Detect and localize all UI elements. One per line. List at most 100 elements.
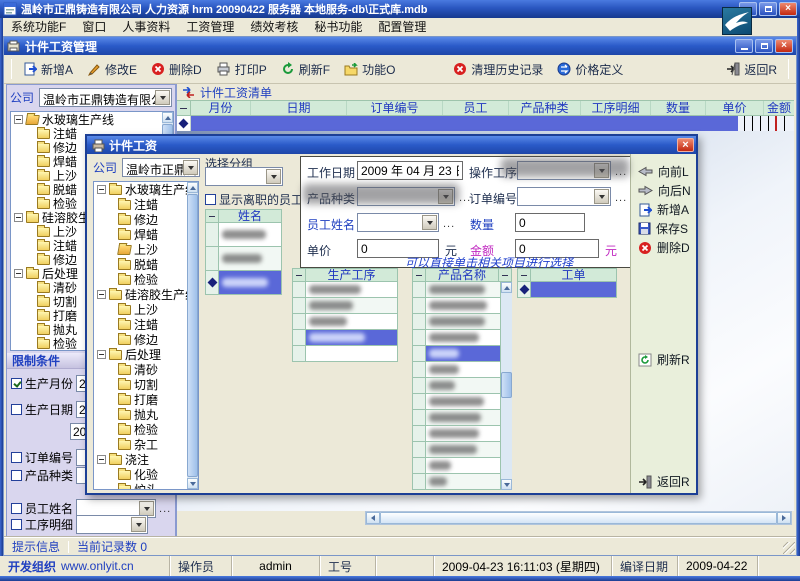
group-select[interactable] [205,167,283,186]
mdi-minimize-icon[interactable] [735,39,753,53]
process-select[interactable] [76,515,148,534]
date-checkbox[interactable] [11,404,22,415]
scroll-up-icon[interactable] [498,269,511,281]
collapse-all-button[interactable] [206,210,219,222]
back-button[interactable]: 返回R [720,59,783,80]
price-define-button[interactable]: 价格定义 [551,59,629,80]
scroll-down-icon[interactable] [501,479,512,490]
dialog-close-icon[interactable]: × [677,138,694,152]
column-header[interactable]: 金额 [764,101,794,115]
collapse-icon[interactable] [97,350,106,359]
close-icon[interactable]: × [779,2,797,16]
product-checkbox[interactable] [11,470,22,481]
table-row[interactable] [205,223,282,247]
tree-item[interactable]: 切割 [94,377,198,392]
order-more-button[interactable]: ... [615,192,627,204]
tree-item[interactable]: 抛丸 [94,407,198,422]
menu-window[interactable]: 窗口 [82,18,106,35]
tree-item[interactable]: 打磨 [94,392,198,407]
tree-item[interactable]: 杂工 [94,437,198,452]
table-row[interactable] [292,346,398,362]
column-header[interactable]: 数量 [651,101,706,115]
prev-button[interactable]: 向前L [631,162,696,181]
resize-grip[interactable] [783,542,795,554]
table-row[interactable] [412,330,501,346]
collapse-icon[interactable] [97,185,106,194]
dialog-back-button[interactable]: 返回R [631,472,696,491]
tree-item[interactable]: 检验 [94,272,198,287]
collapse-icon[interactable] [97,290,106,299]
tree-item[interactable]: 修边 [94,212,198,227]
tree-item[interactable]: 硅溶胶生产线 [94,287,198,302]
product-grid-scrollbar[interactable] [501,282,512,490]
next-button[interactable]: 向后N [631,181,696,200]
dialog-tree-scrollbar[interactable] [187,182,198,489]
chevron-down-icon[interactable] [422,215,437,230]
table-row[interactable] [412,442,501,458]
order-number-select[interactable] [517,187,611,206]
tree-item[interactable]: 炉头 [94,482,198,490]
tree-item[interactable]: 上沙 [94,302,198,317]
refresh-button[interactable]: 刷新F [275,59,336,80]
scroll-right-icon[interactable] [777,512,791,524]
column-header[interactable]: 产品种类 [509,101,581,115]
dialog-add-button[interactable]: 新增A [631,200,696,219]
column-header[interactable]: 工序明细 [581,101,651,115]
save-button[interactable]: 保存S [631,219,696,238]
selected-table-row[interactable] [177,116,794,131]
scroll-up-icon[interactable] [187,182,198,193]
collapse-all-button[interactable] [293,269,306,281]
menu-hr[interactable]: 人事资料 [122,18,170,35]
tree-item[interactable]: 注蜡 [94,197,198,212]
table-row[interactable] [292,298,398,314]
collapse-all-button[interactable] [413,269,426,281]
table-row[interactable] [412,314,501,330]
mdi-maximize-icon[interactable] [755,39,773,53]
scrollbar-thumb[interactable] [380,512,777,524]
column-header[interactable]: 单价 [706,101,764,115]
scroll-up-icon[interactable] [501,282,512,293]
chevron-down-icon[interactable] [131,517,146,532]
add-button[interactable]: 新增A [17,59,79,80]
dialog-delete-button[interactable]: 删除D [631,238,696,257]
month-checkbox[interactable] [11,378,22,389]
employee-more-button[interactable]: ... [443,218,455,230]
table-row[interactable] [412,298,501,314]
order-checkbox[interactable] [11,452,22,463]
menu-config[interactable]: 配置管理 [378,18,426,35]
chevron-down-icon[interactable] [155,90,170,105]
collapse-icon[interactable] [14,213,23,222]
clear-history-button[interactable]: 清理历史记录 [447,59,549,80]
chevron-down-icon[interactable] [183,160,198,175]
show-resigned-checkbox[interactable] [205,194,216,205]
table-row[interactable] [412,474,501,490]
scroll-left-icon[interactable] [366,512,380,524]
collapse-icon[interactable] [14,269,23,278]
employee-checkbox[interactable] [11,503,22,514]
function-button[interactable]: 功能O [338,59,401,80]
employee-name-select[interactable] [357,213,439,232]
table-row[interactable] [292,282,398,298]
dialog-refresh-button[interactable]: 刷新R [631,350,696,369]
table-row[interactable] [412,426,501,442]
chevron-down-icon[interactable] [266,169,281,184]
collapse-all-button[interactable] [177,101,191,115]
column-header[interactable]: 月份 [191,101,251,115]
scrollbar-thumb[interactable] [187,194,198,477]
selected-table-row[interactable] [412,346,501,362]
edit-button[interactable]: 修改E [81,59,143,80]
company-select[interactable]: 温岭市正鼎铸造有限公 [39,88,172,107]
scroll-up-icon[interactable] [162,112,173,123]
dialog-titlebar[interactable]: 计件工资 × [87,136,696,154]
tree-item[interactable]: 浇注 [94,452,198,467]
collapse-icon[interactable] [97,455,106,464]
restore-icon[interactable] [759,2,777,16]
quantity-input[interactable] [515,213,585,232]
tree-item[interactable]: 上沙 [94,242,198,257]
mdi-close-icon[interactable]: × [775,39,793,53]
delete-button[interactable]: 删除D [145,59,208,80]
collapse-icon[interactable] [14,115,23,124]
tree-item[interactable]: 脱蜡 [94,257,198,272]
menu-performance[interactable]: 绩效考核 [250,18,298,35]
tree-item[interactable]: 化验 [94,467,198,482]
